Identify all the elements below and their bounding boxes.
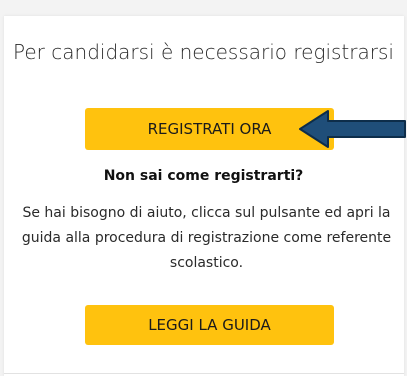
read-guide-button[interactable]: LEGGI LA GUIDA	[85, 305, 334, 345]
help-text: Se hai bisogno di aiuto, clicca sul puls…	[21, 205, 392, 271]
arrow-left-icon	[299, 110, 406, 148]
card-divider	[4, 373, 404, 374]
card-title: Per candidarsi è necessario registrarsi	[13, 40, 394, 64]
help-heading: Non sai come registrarti?	[103, 168, 304, 184]
register-now-button[interactable]: REGISTRATI ORA	[85, 108, 334, 150]
